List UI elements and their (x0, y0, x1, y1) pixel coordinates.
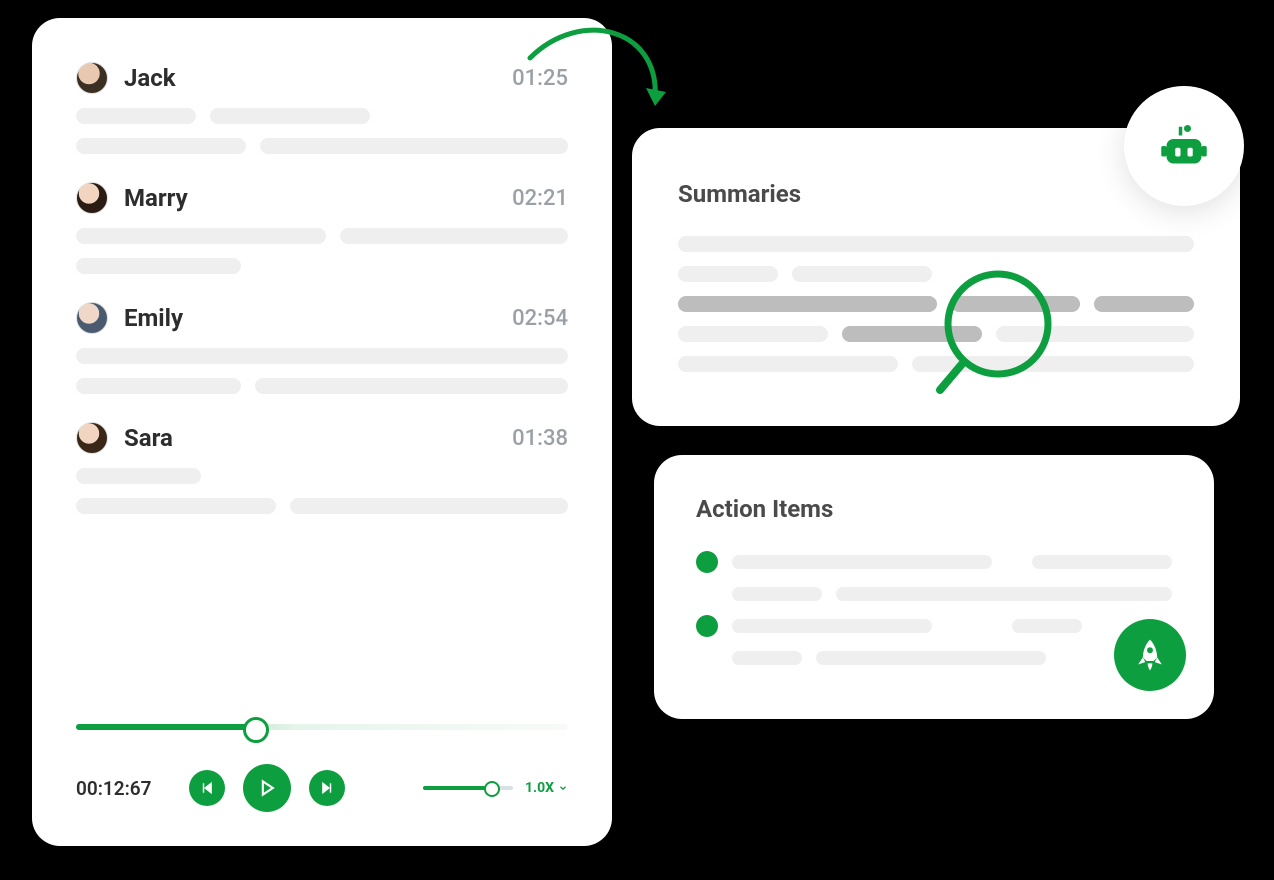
next-button[interactable] (309, 770, 345, 806)
speed-knob[interactable] (484, 781, 500, 797)
action-items-title: Action Items (696, 495, 1172, 523)
robot-icon (1156, 118, 1212, 174)
transcript-lines (76, 108, 568, 154)
rocket-icon (1131, 636, 1169, 674)
transcript-lines (76, 348, 568, 394)
speaker-name: Marry (124, 184, 188, 212)
elapsed-time: 00:12:67 (76, 777, 171, 800)
progress-bar[interactable] (76, 712, 568, 742)
transcript-card: Jack 01:25 Marry 02:21 Emily 02:5 (32, 18, 612, 846)
ai-bot-badge (1124, 86, 1244, 206)
audio-player: 00:12:67 1.0X (76, 712, 568, 812)
skip-back-icon (200, 781, 214, 795)
progress-knob[interactable] (243, 717, 269, 743)
avatar (76, 422, 108, 454)
summaries-title: Summaries (678, 180, 1194, 208)
bullet-icon (696, 615, 718, 637)
avatar (76, 302, 108, 334)
summaries-card: Summaries (632, 128, 1240, 426)
magnifier-icon (932, 268, 1072, 408)
speaker-name: Sara (124, 424, 173, 452)
transcript-lines (76, 468, 568, 514)
speaker-row: Sara 01:38 (76, 422, 568, 454)
speed-slider[interactable] (423, 786, 513, 790)
play-button[interactable] (243, 764, 291, 812)
speaker-time: 02:21 (512, 186, 568, 211)
avatar (76, 182, 108, 214)
speaker-time: 02:54 (512, 306, 568, 331)
speaker-name: Jack (124, 64, 176, 92)
bullet-icon (696, 551, 718, 573)
action-item (696, 551, 1172, 573)
speaker-row: Emily 02:54 (76, 302, 568, 334)
speaker-time: 01:38 (512, 426, 568, 451)
action-item (696, 615, 1172, 637)
avatar (76, 62, 108, 94)
speaker-row: Jack 01:25 (76, 62, 568, 94)
speed-dropdown[interactable]: 1.0X (525, 780, 568, 796)
action-items-card: Action Items (654, 455, 1214, 719)
transcript-lines (76, 228, 568, 274)
previous-button[interactable] (189, 770, 225, 806)
arrow-icon (510, 18, 690, 138)
speaker-name: Emily (124, 304, 183, 332)
speed-value: 1.0X (525, 780, 554, 796)
play-icon (257, 778, 277, 798)
rocket-badge[interactable] (1114, 619, 1186, 691)
skip-forward-icon (320, 781, 334, 795)
speaker-row: Marry 02:21 (76, 182, 568, 214)
chevron-down-icon (558, 783, 568, 793)
